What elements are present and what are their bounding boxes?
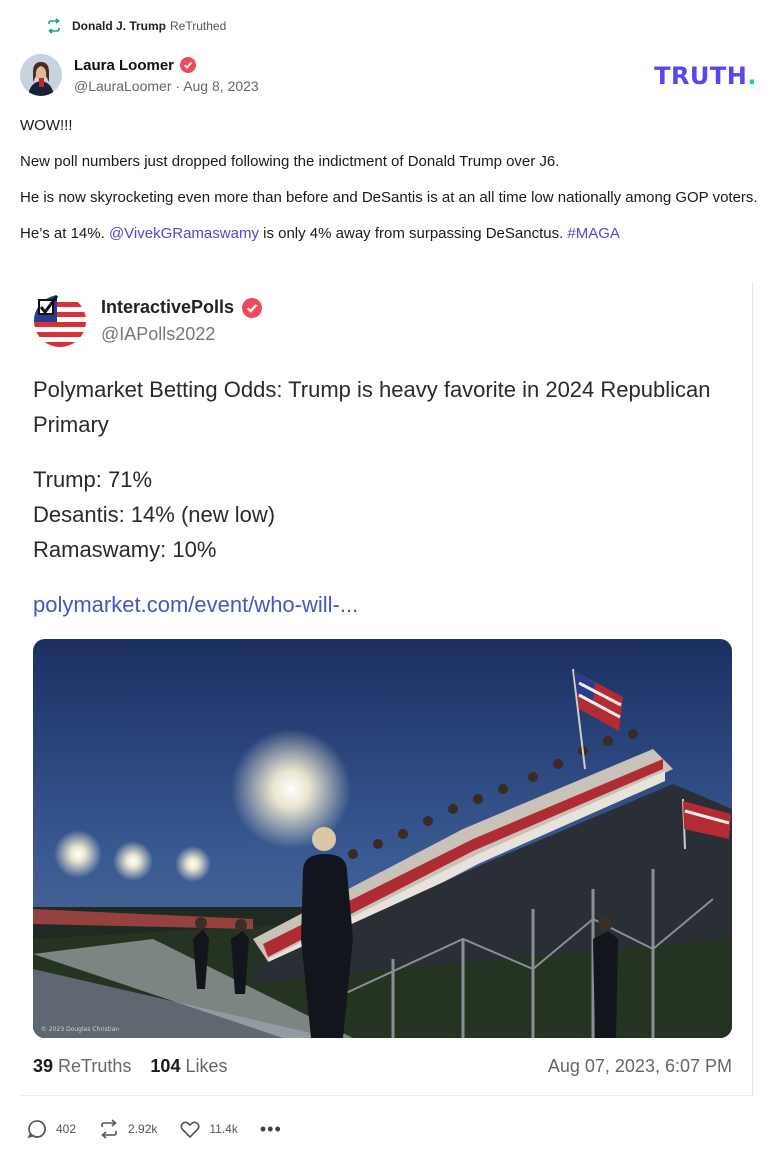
interactivepolls-logo [34, 295, 86, 347]
hashtag-link[interactable]: #MAGA [567, 225, 620, 242]
embedded-post-image[interactable]: InteractivePolls @IAPolls2022 Polymarket… [20, 282, 753, 1096]
embed-likes-count: 104 [150, 1056, 181, 1076]
post-paragraph: He is now skyrocketing even more than be… [20, 189, 758, 206]
reply-button[interactable]: 402 [26, 1118, 76, 1140]
embed-link: polymarket.com/event/who-will-... [33, 592, 359, 617]
more-options-button[interactable]: ••• [259, 1119, 282, 1139]
truth-social-logo: TRUTH. [654, 62, 757, 90]
retruth-icon [101, 1119, 117, 1139]
embed-likes-label: Likes [185, 1056, 228, 1076]
odds-line: Trump: 71% [33, 467, 153, 492]
embed-header: InteractivePolls @IAPolls2022 [33, 294, 263, 348]
embed-stats: 39 ReTruths 104 Likes Aug 07, 2023, 6:07… [33, 1056, 732, 1077]
embed-author-name: InteractivePolls [101, 297, 235, 317]
logo-dot: . [747, 62, 757, 90]
like-count: 11.4k [209, 1122, 238, 1136]
avatar[interactable] [20, 54, 62, 96]
heart-icon [180, 1121, 200, 1139]
post-text-segment: is only 4% away from surpassing DeSanctu… [258, 225, 568, 242]
reply-icon [27, 1120, 46, 1139]
embed-author-handle: @IAPolls2022 [101, 324, 216, 344]
retruth-count: 2.92k [128, 1122, 158, 1136]
embed-headline: Polymarket Betting Odds: Trump is heavy … [33, 377, 711, 437]
like-button[interactable]: 11.4k [179, 1118, 238, 1140]
retruth-button[interactable]: 2.92k [98, 1118, 157, 1140]
rally-photo: © 2023 Douglas Christian [33, 639, 732, 1038]
post-paragraph: WOW!!! [20, 117, 73, 134]
post-actions: 402 2.92k 11.4k ••• [26, 1118, 304, 1140]
embed-body: Polymarket Betting Odds: Trump is heavy … [33, 372, 733, 622]
post-paragraph: He’s at 14%. @VivekGRamaswamy is only 4%… [20, 224, 760, 244]
post-paragraph: New poll numbers just dropped following … [20, 153, 560, 170]
author-name[interactable]: Laura Loomer [74, 57, 174, 74]
reply-count: 402 [56, 1122, 77, 1136]
post-author: Laura Loomer @LauraLoomer · Aug 8, 2023 [20, 54, 259, 96]
retruth-label: ReTruthed [170, 19, 227, 33]
retruth-user-link[interactable]: Donald J. Trump [72, 19, 166, 33]
mention-link[interactable]: @VivekGRamaswamy [109, 225, 259, 242]
post-text-segment: He’s at 14%. [20, 225, 109, 242]
photo-watermark: © 2023 Douglas Christian [41, 1026, 119, 1033]
odds-line: Desantis: 14% (new low) [33, 502, 276, 527]
verified-badge-icon [242, 297, 263, 318]
meta-separator: · [175, 77, 181, 94]
embed-counts: 39 ReTruths 104 Likes [33, 1056, 228, 1077]
post-date[interactable]: Aug 8, 2023 [183, 78, 259, 94]
embed-retruths-label: ReTruths [58, 1056, 132, 1076]
embed-retruths-count: 39 [33, 1056, 54, 1076]
retruth-icon [48, 18, 60, 34]
retruth-indicator: Donald J. Trump ReTruthed [46, 18, 226, 34]
author-meta: @LauraLoomer · Aug 8, 2023 [74, 78, 259, 94]
author-handle[interactable]: @LauraLoomer [74, 78, 172, 94]
verified-badge-icon [180, 57, 197, 73]
more-icon: ••• [259, 1119, 282, 1139]
logo-text: TRUTH [654, 62, 748, 90]
odds-line: Ramaswamy: 10% [33, 537, 217, 562]
embed-timestamp: Aug 07, 2023, 6:07 PM [547, 1056, 732, 1076]
post-body: WOW!!! New poll numbers just dropped fol… [20, 116, 760, 260]
